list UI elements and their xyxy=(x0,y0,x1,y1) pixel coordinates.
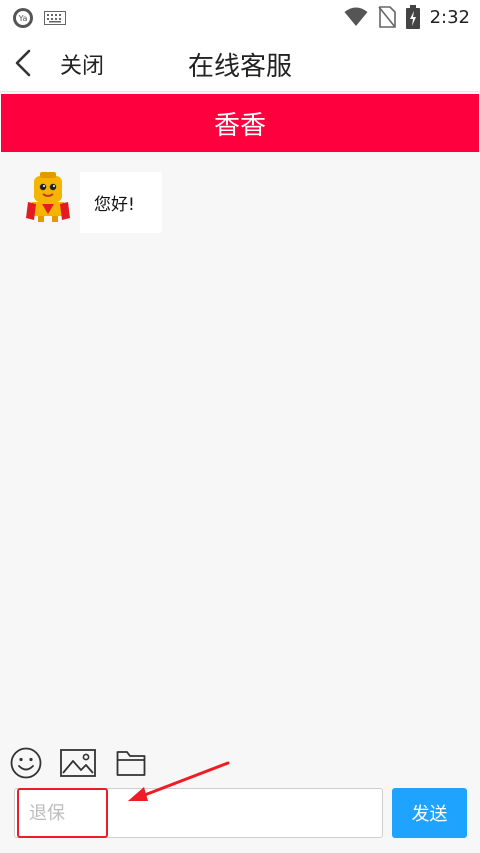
file-button[interactable] xyxy=(116,746,146,780)
message-input[interactable] xyxy=(14,788,383,838)
composer-toolbar xyxy=(0,742,480,786)
agent-avatar-icon xyxy=(26,172,70,222)
agent-message-bubble: 您好! xyxy=(80,172,162,233)
image-button[interactable] xyxy=(60,746,96,780)
no-sim-icon xyxy=(377,6,396,28)
emoji-icon xyxy=(10,747,42,779)
status-time: 2:32 xyxy=(429,6,470,28)
app-notification-icon: Ya xyxy=(13,8,33,28)
folder-icon xyxy=(116,751,146,776)
message-row: 您好! xyxy=(26,172,162,233)
emoji-button[interactable] xyxy=(10,746,42,780)
back-button[interactable] xyxy=(8,46,38,80)
close-button[interactable]: 关闭 xyxy=(60,48,104,80)
send-button[interactable]: 发送 xyxy=(392,788,467,838)
wifi-icon xyxy=(344,7,368,26)
status-bar: Ya 2:32 xyxy=(0,0,480,34)
app-header: 关闭 在线客服 xyxy=(0,34,480,92)
composer-row: 发送 xyxy=(0,786,480,853)
agent-banner: 香香 xyxy=(1,94,479,152)
chat-area[interactable]: 您好! xyxy=(0,152,480,742)
image-icon xyxy=(60,749,96,777)
battery-charging-icon xyxy=(405,5,420,29)
chevron-left-icon xyxy=(15,49,31,77)
keyboard-icon xyxy=(44,11,66,25)
svg-text:Ya: Ya xyxy=(18,14,28,23)
agent-name: 香香 xyxy=(213,110,266,141)
